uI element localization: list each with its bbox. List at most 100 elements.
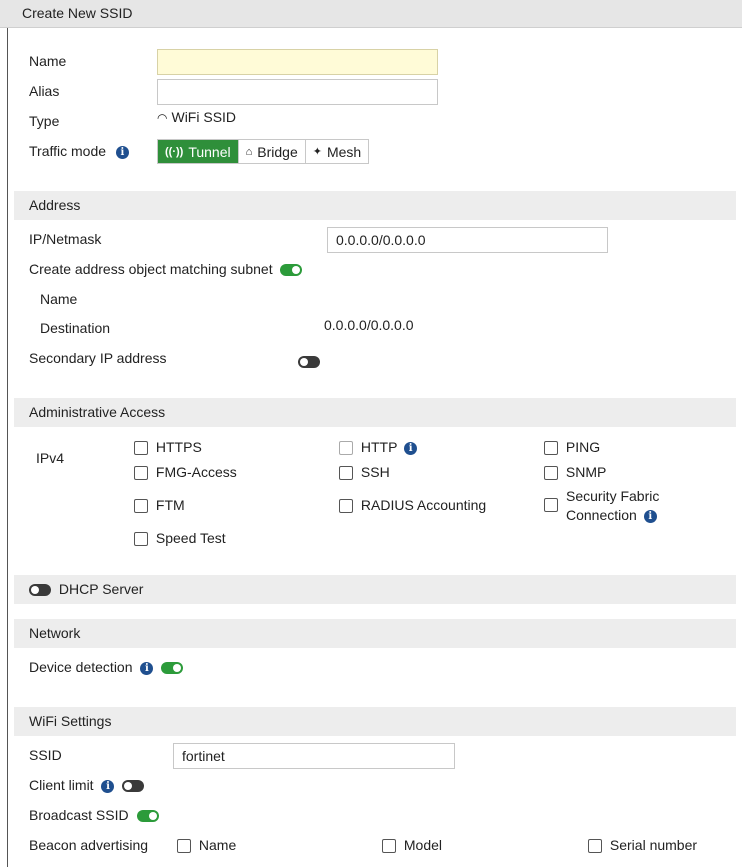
ip-netmask-input[interactable] [327,227,608,253]
fmg-access-checkbox[interactable] [134,466,148,481]
beacon-model-checkbox[interactable] [382,839,396,854]
traffic-mode-mesh[interactable]: ✦ Mesh [305,140,369,163]
section-address-title: Address [29,197,81,213]
security-fabric-checkbox[interactable] [544,498,558,512]
access-point-icon: ⌂ [245,145,253,158]
client-limit-label: Client limit [29,777,94,793]
alias-input[interactable] [157,79,438,105]
ip-netmask-label: IP/Netmask [29,231,102,247]
https-label: HTTPS [155,439,202,455]
info-icon[interactable]: i [404,441,418,455]
traffic-mode-tunnel-label: Tunnel [188,143,231,160]
option-speed-test[interactable]: Speed Test [134,530,226,547]
ipv4-label: IPv4 [36,450,65,466]
traffic-mode-tunnel[interactable]: ((·)) Tunnel [158,140,239,163]
object-destination-label: Destination [40,320,111,336]
snmp-label: SNMP [565,464,607,480]
beacon-option-serial[interactable]: Serial number [588,837,698,854]
beacon-advertising-label: Beacon advertising [29,837,149,853]
speed-test-label: Speed Test [155,530,226,546]
radius-accounting-label: RADIUS Accounting [360,497,487,513]
ping-checkbox[interactable] [544,441,558,456]
object-name-label: Name [40,291,78,307]
device-detection-row: Device detection i [29,659,184,675]
broadcast-icon: ((·)) [165,145,184,158]
section-admin-access-title: Administrative Access [29,404,166,420]
create-object-row: Create address object matching subnet [29,261,303,277]
radius-accounting-checkbox[interactable] [339,499,353,514]
dhcp-server-row: DHCP Server [29,581,143,597]
ssh-label: SSH [360,464,390,480]
section-wifi-settings-title: WiFi Settings [29,713,112,729]
dhcp-server-label: DHCP Server [58,581,144,597]
secondary-ip-toggle[interactable] [298,356,320,369]
device-detection-toggle[interactable] [161,662,184,675]
ping-label: PING [565,439,601,455]
speed-test-checkbox[interactable] [134,532,148,547]
option-ssh[interactable]: SSH [339,464,390,481]
dialog-header: Create New SSID [0,0,742,28]
security-fabric-label-line2-text: Connection [566,507,637,523]
info-icon[interactable]: i [643,509,657,523]
security-fabric-label-line2: Connection i [566,507,657,523]
beacon-serial-label: Serial number [609,837,698,853]
mesh-icon: ✦ [312,146,322,158]
dhcp-server-toggle[interactable] [29,584,51,597]
beacon-option-model[interactable]: Model [382,837,443,854]
section-admin-access: Administrative Access [14,398,736,427]
http-checkbox[interactable] [339,441,353,456]
section-network-title: Network [29,625,81,641]
client-limit-row: Client limit i [29,777,145,793]
http-label: HTTP [360,439,398,455]
alias-label: Alias [29,83,60,99]
broadcast-ssid-label: Broadcast SSID [29,807,129,823]
traffic-mode-text: Traffic mode [29,143,107,159]
create-object-toggle[interactable] [280,264,303,277]
option-fmg-access[interactable]: FMG-Access [134,464,237,481]
panel-border [7,28,8,867]
type-value-text: WiFi SSID [171,109,237,125]
traffic-mode-mesh-label: Mesh [326,143,362,160]
traffic-mode-bridge[interactable]: ⌂ Bridge [238,140,306,163]
option-ftm[interactable]: FTM [134,497,185,514]
beacon-option-name[interactable]: Name [177,837,237,854]
beacon-model-label: Model [403,837,443,853]
section-dhcp-server: DHCP Server [14,575,736,604]
ftm-checkbox[interactable] [134,499,148,514]
client-limit-toggle[interactable] [122,780,145,793]
device-detection-label: Device detection [29,659,133,675]
name-input[interactable] [157,49,438,75]
broadcast-ssid-row: Broadcast SSID [29,807,159,823]
option-radius-accounting[interactable]: RADIUS Accounting [339,497,487,514]
beacon-name-checkbox[interactable] [177,839,191,854]
section-wifi-settings: WiFi Settings [14,707,736,736]
wifi-icon: ◠ [157,111,168,125]
object-destination-value: 0.0.0.0/0.0.0.0 [324,317,414,333]
broadcast-ssid-toggle[interactable] [136,810,159,823]
ssid-input[interactable] [173,743,455,769]
traffic-mode-label: Traffic mode i [29,143,129,159]
info-icon[interactable]: i [115,145,129,159]
https-checkbox[interactable] [134,441,148,456]
ssh-checkbox[interactable] [339,466,353,481]
secondary-ip-label: Secondary IP address [29,350,167,366]
info-icon[interactable]: i [101,779,115,793]
section-network: Network [14,619,736,648]
ssid-label: SSID [29,747,62,763]
option-http[interactable]: HTTP i [339,439,418,456]
dialog-title: Create New SSID [22,5,133,21]
type-label: Type [29,113,60,129]
name-label: Name [29,53,67,69]
ftm-label: FTM [155,497,185,513]
fmg-access-label: FMG-Access [155,464,237,480]
create-object-label: Create address object matching subnet [29,261,273,277]
info-icon[interactable]: i [140,661,154,675]
beacon-serial-checkbox[interactable] [588,839,602,854]
beacon-name-label: Name [198,837,237,853]
option-https[interactable]: HTTPS [134,439,202,456]
traffic-mode-selector[interactable]: ((·)) Tunnel ⌂ Bridge ✦ Mesh [157,139,370,164]
option-ping[interactable]: PING [544,439,601,456]
option-snmp[interactable]: SNMP [544,464,607,481]
section-address: Address [14,191,736,220]
snmp-checkbox[interactable] [544,466,558,481]
